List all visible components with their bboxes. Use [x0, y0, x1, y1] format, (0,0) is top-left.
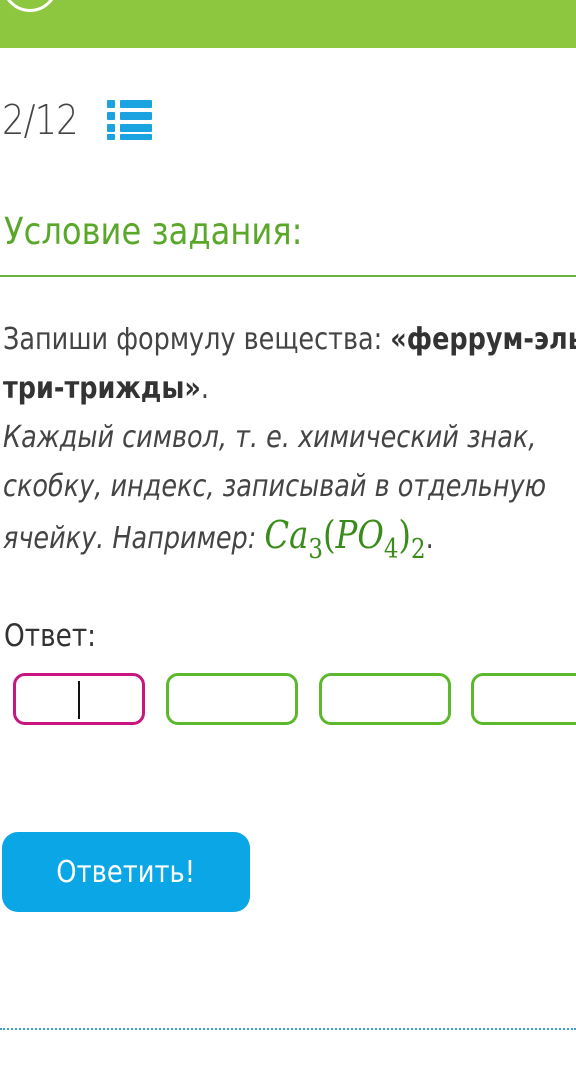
substance-name-part-2: три-трижды»	[3, 371, 201, 406]
task-instruction: Запиши формулу вещества:	[3, 322, 391, 357]
formula-ca: Ca	[264, 513, 309, 557]
answer-cell-4[interactable]	[471, 673, 576, 725]
answer-cell-3[interactable]	[319, 673, 451, 725]
task-hint-line-2: скобку, индекс, записывай в отдельную	[3, 469, 547, 504]
task-line-1: Запиши формулу вещества: «феррум-эль	[3, 315, 576, 364]
formula-group-index: 2	[411, 534, 426, 565]
formula-close-bracket: )	[398, 513, 412, 557]
task-hint-line-1: Каждый символ, т. е. химический знак,	[3, 420, 537, 455]
example-formula: Ca3(PO4)2	[264, 513, 425, 565]
circle-icon[interactable]	[2, 0, 58, 12]
formula-open-bracket: (	[322, 513, 336, 557]
formula-po-index: 4	[383, 534, 399, 565]
task-text: Запиши формулу вещества: «феррум-эль три…	[3, 315, 576, 565]
title-divider	[0, 275, 576, 277]
task-period: .	[200, 371, 210, 406]
submit-button[interactable]: Ответить!	[2, 832, 250, 912]
task-line-2: три-трижды».	[3, 364, 576, 413]
formula-po: PO	[335, 513, 384, 557]
submit-button-label: Ответить!	[56, 854, 196, 890]
text-caret	[78, 681, 80, 719]
top-bar	[0, 0, 576, 48]
dotted-divider	[0, 1028, 576, 1030]
example-period: .	[425, 521, 434, 556]
answer-cell-2[interactable]	[166, 673, 298, 725]
formula-ca-index: 3	[308, 534, 323, 565]
example-lead: ячейку. Например:	[3, 521, 265, 556]
substance-name-part-1: «феррум-эль	[390, 322, 576, 357]
task-hint-line-3: ячейку. Например: Ca3(PO4)2.	[3, 511, 576, 565]
list-icon[interactable]	[106, 98, 154, 142]
progress-counter: 2/12	[2, 96, 79, 144]
answer-label: Ответ:	[4, 618, 97, 654]
section-title: Условие задания:	[4, 210, 303, 253]
